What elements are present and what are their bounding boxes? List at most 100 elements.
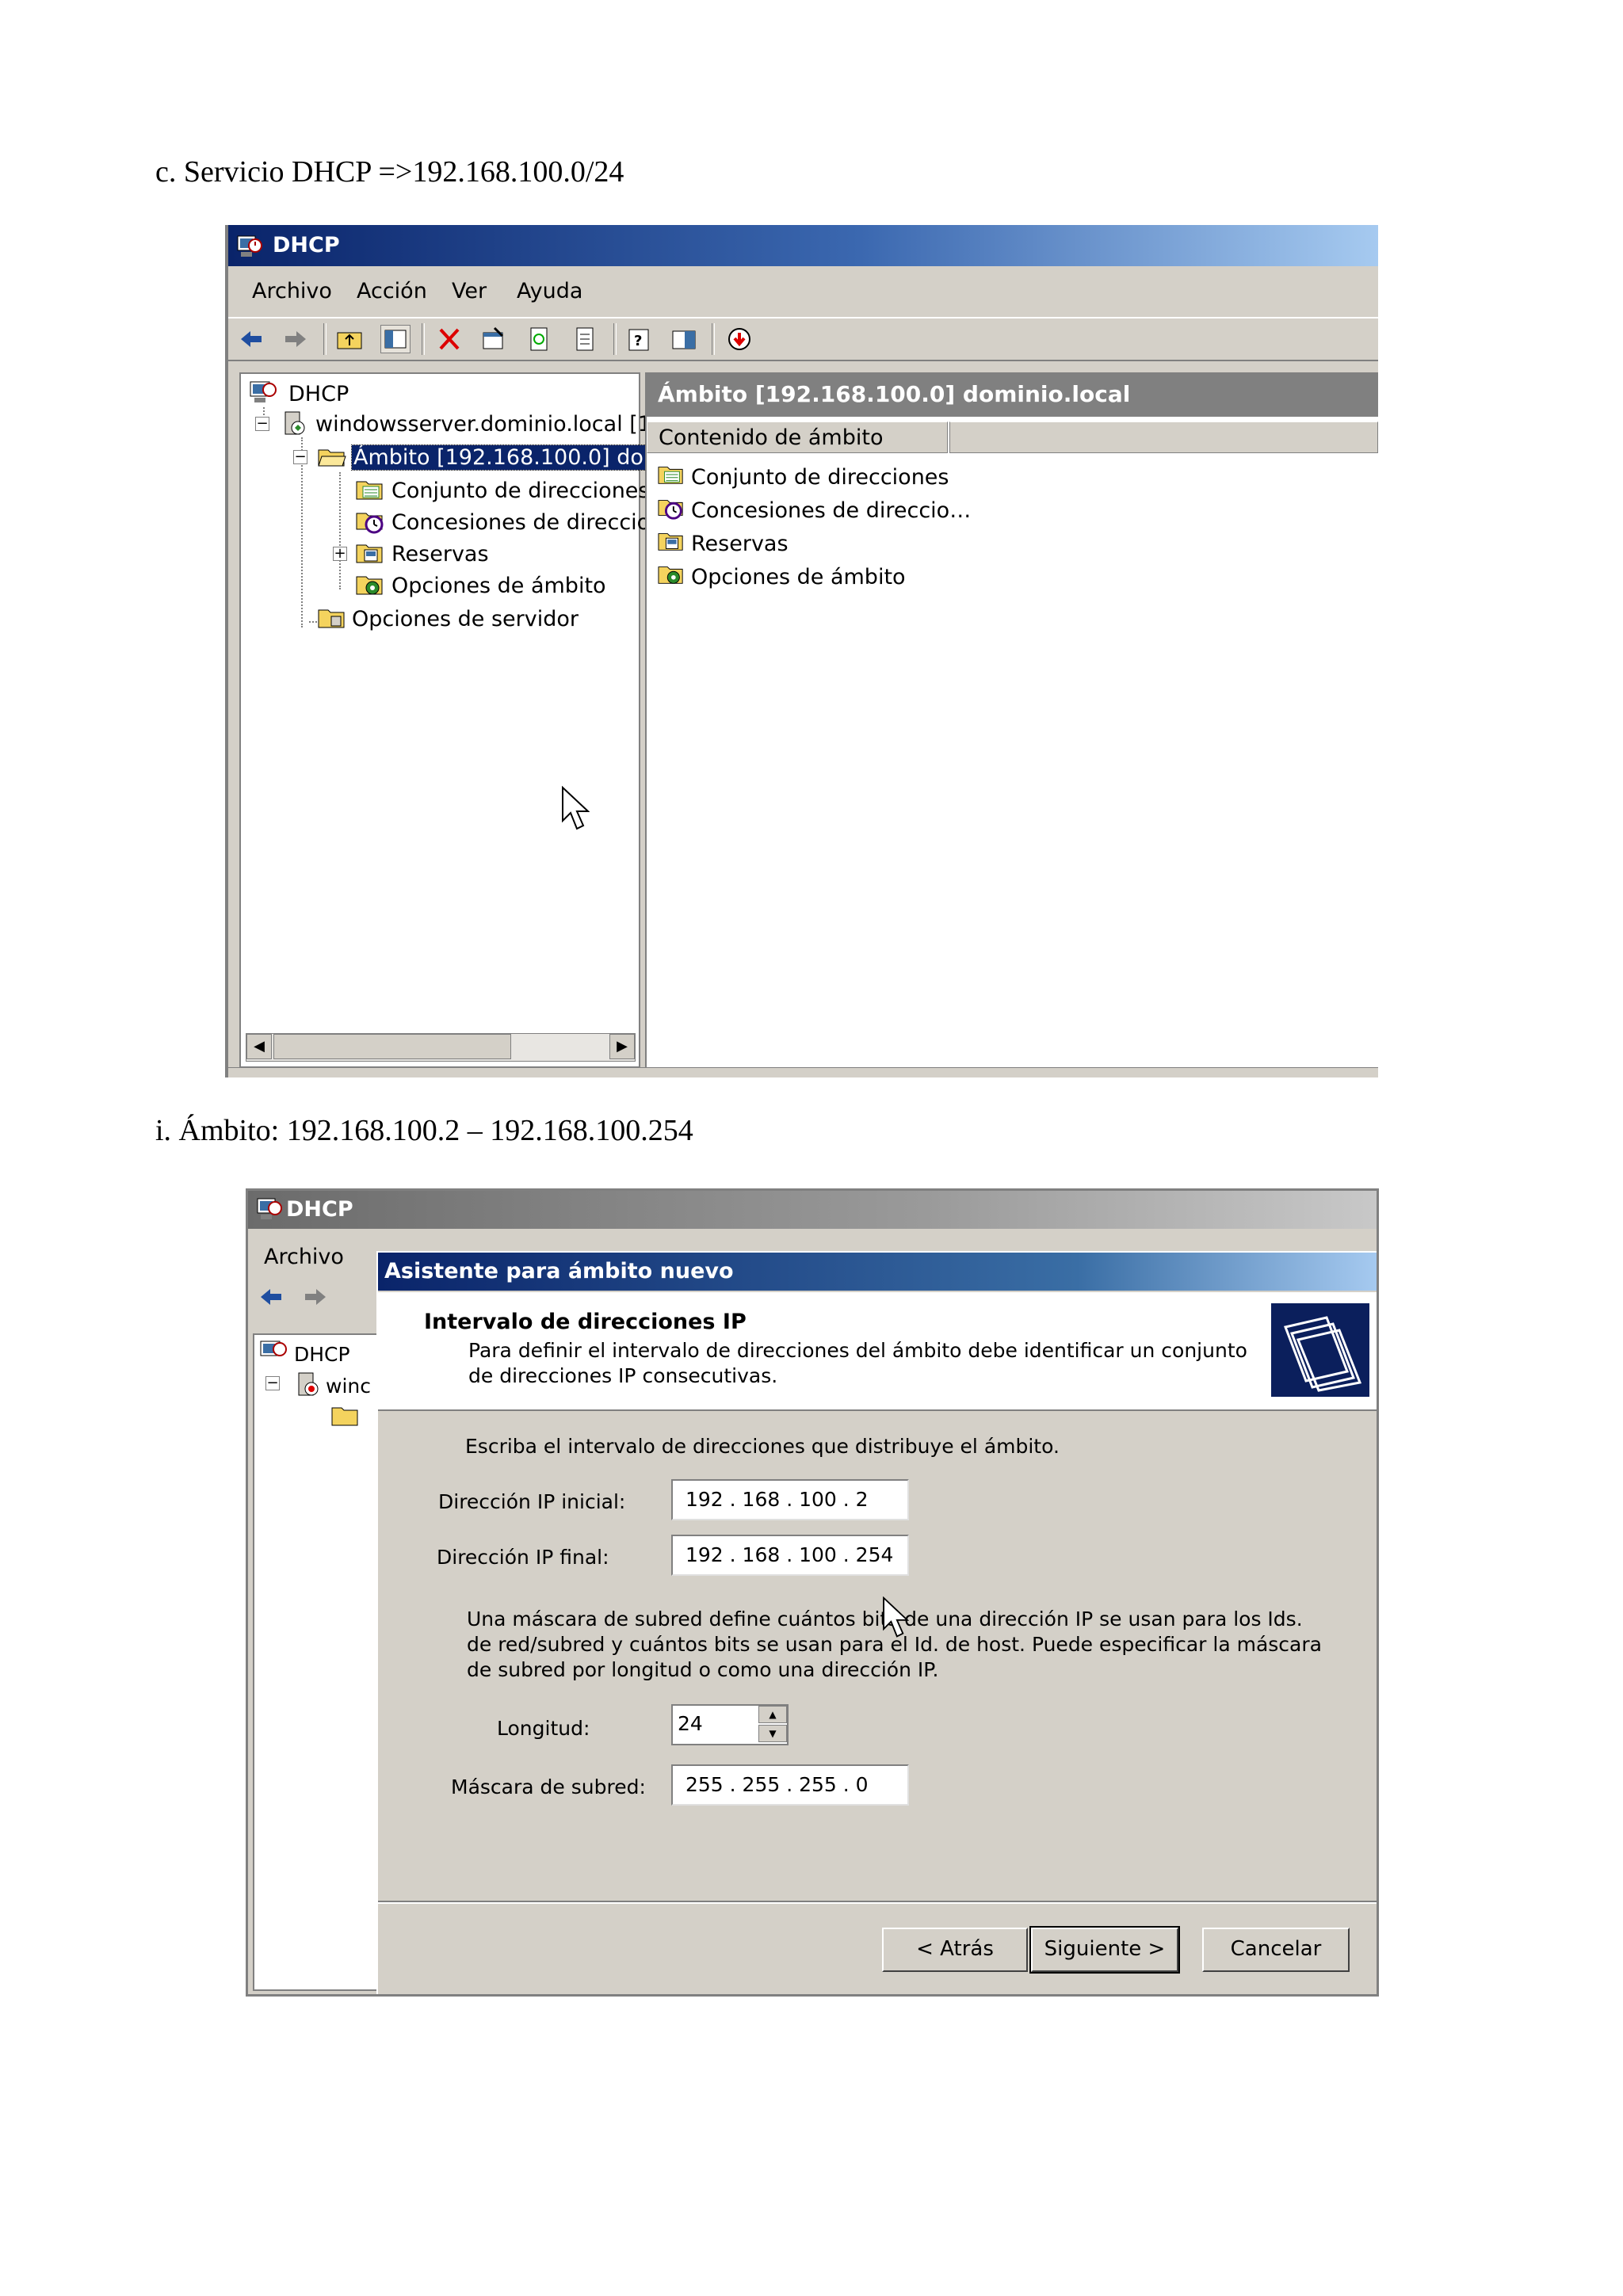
- collapse-toggle[interactable]: −: [265, 1376, 280, 1390]
- wizard-header: Intervalo de direcciones IP Para definir…: [378, 1292, 1377, 1411]
- back-arrow-icon[interactable]: [236, 325, 266, 353]
- scroll-left-icon[interactable]: ◀: [246, 1034, 272, 1059]
- menu-archivo[interactable]: Archivo: [252, 279, 332, 303]
- scope-options-icon: [355, 570, 385, 605]
- start-ip-input[interactable]: 192 . 168 . 100 . 2: [671, 1479, 909, 1520]
- scroll-right-icon[interactable]: ▶: [609, 1034, 635, 1059]
- mouse-cursor-icon: [882, 1596, 910, 1644]
- server-icon: [281, 409, 309, 443]
- dhcp-icon: [249, 379, 279, 413]
- window-title: DHCP: [273, 233, 340, 257]
- length-label: Longitud:: [497, 1717, 590, 1740]
- instruction-text: Escriba el intervalo de direcciones que …: [465, 1435, 1060, 1458]
- list-label: Concesiones de direccio…: [691, 498, 972, 523]
- cancel-button[interactable]: Cancelar: [1202, 1928, 1350, 1972]
- list-label: Reservas: [691, 532, 789, 556]
- subnet-mask-label: Máscara de subred:: [451, 1775, 646, 1798]
- tree-label: DHCP: [288, 382, 349, 406]
- properties-icon[interactable]: [479, 325, 509, 353]
- start-ip-label: Dirección IP inicial:: [438, 1490, 626, 1513]
- tree-label: Conjunto de direcciones: [391, 479, 650, 503]
- list-label: Opciones de ámbito: [691, 565, 906, 589]
- subnet-mask-input[interactable]: 255 . 255 . 255 . 0: [671, 1764, 909, 1806]
- spin-down-icon[interactable]: ▼: [758, 1725, 787, 1742]
- stop-service-icon[interactable]: [724, 325, 754, 353]
- list-label: Conjunto de direcciones: [691, 465, 949, 490]
- reservations-icon: [656, 528, 686, 560]
- tree-label: Reservas: [391, 542, 489, 566]
- status-bar: [228, 1067, 1378, 1077]
- collapse-toggle[interactable]: −: [293, 450, 307, 464]
- list-item[interactable]: Conjunto de direcciones: [656, 461, 949, 494]
- back-button[interactable]: < Atrás: [882, 1928, 1028, 1972]
- mask-description-line3: de subred por longitud o como una direcc…: [467, 1658, 939, 1681]
- tree-label: windowsserver.dominio.local [19: [315, 412, 666, 437]
- list-item[interactable]: Reservas: [656, 528, 789, 560]
- length-stepper[interactable]: 24 ▲ ▼: [671, 1704, 789, 1745]
- toolbar: ?: [228, 317, 1378, 361]
- action-pane-icon[interactable]: [669, 325, 699, 353]
- dhcp-app-icon: [236, 233, 265, 274]
- wizard-page-title: Intervalo de direcciones IP: [424, 1310, 747, 1334]
- svg-text:?: ?: [634, 333, 642, 349]
- leases-icon: [656, 494, 686, 527]
- back-arrow-icon[interactable]: [256, 1283, 286, 1311]
- server-options-icon: [317, 604, 347, 638]
- refresh-icon[interactable]: [525, 325, 555, 353]
- wizard-title: Asistente para ámbito nuevo: [378, 1253, 1377, 1291]
- mouse-cursor-icon: [561, 785, 590, 837]
- list-item[interactable]: Opciones de ámbito: [656, 561, 906, 593]
- console-tree: DHCP − winc: [253, 1333, 380, 1991]
- next-button[interactable]: Siguiente >: [1029, 1926, 1180, 1974]
- tree-label: Ámbito [192.168.100.0] dor: [350, 444, 655, 471]
- details-pane: Ámbito [192.168.100.0] dominio.local Con…: [645, 372, 1378, 1068]
- show-hide-tree-icon[interactable]: [380, 325, 411, 353]
- wizard-page-description: Para definir el intervalo de direcciones…: [468, 1339, 1247, 1387]
- up-folder-icon[interactable]: [334, 325, 365, 353]
- menu-bar: Archivo Acción Ver Ayuda: [228, 269, 1378, 311]
- length-value: 24: [678, 1712, 703, 1735]
- window-titlebar: DHCP: [228, 225, 1378, 266]
- address-pool-icon: [355, 475, 385, 509]
- tree-label: Opciones de ámbito: [391, 574, 606, 598]
- dhcp-console-screenshot: DHCP Archivo Acción Ver Ayuda ? DHCP − w…: [225, 225, 1378, 1077]
- tree-node-folder[interactable]: [330, 1402, 361, 1436]
- window-title: DHCP: [286, 1197, 353, 1222]
- forward-arrow-icon[interactable]: [281, 325, 311, 353]
- wizard-folders-icon: [1271, 1303, 1369, 1397]
- tree-label: Concesiones de direccio: [391, 510, 651, 535]
- menu-ayuda[interactable]: Ayuda: [517, 279, 582, 303]
- tree-label: winc: [326, 1375, 371, 1398]
- column-header[interactable]: Contenido de ámbito: [647, 421, 948, 453]
- scroll-thumb[interactable]: [273, 1034, 511, 1059]
- column-header-empty: [949, 421, 1378, 453]
- dhcp-icon: [259, 1338, 289, 1372]
- forward-arrow-icon[interactable]: [300, 1283, 330, 1311]
- delete-icon[interactable]: [434, 325, 464, 353]
- menu-accion[interactable]: Acción: [357, 279, 427, 303]
- address-pool-icon: [656, 461, 686, 494]
- folder-icon: [330, 1402, 361, 1436]
- collapse-toggle[interactable]: −: [255, 417, 269, 431]
- menu-ver[interactable]: Ver: [452, 279, 487, 303]
- expand-toggle[interactable]: +: [333, 547, 347, 561]
- tree-label: Opciones de servidor: [352, 607, 579, 631]
- dhcp-app-icon: [256, 1197, 285, 1235]
- leases-icon: [355, 507, 385, 541]
- end-ip-input[interactable]: 192 . 168 . 100 . 254: [671, 1535, 909, 1576]
- reservations-icon: [355, 539, 385, 573]
- list-item[interactable]: Concesiones de direccio…: [656, 494, 971, 527]
- tree-label: DHCP: [294, 1343, 350, 1366]
- spin-up-icon[interactable]: ▲: [758, 1706, 787, 1723]
- subsection-heading: i. Ámbito: 192.168.100.2 – 192.168.100.2…: [155, 1114, 693, 1147]
- console-tree: DHCP − windowsserver.dominio.local [19 −…: [239, 372, 665, 1068]
- details-header: Ámbito [192.168.100.0] dominio.local: [647, 372, 1378, 417]
- new-scope-wizard-dialog: Asistente para ámbito nuevo Intervalo de…: [376, 1251, 1377, 1994]
- help-icon[interactable]: ?: [624, 325, 655, 353]
- section-heading: c. Servicio DHCP =>192.168.100.0/24: [155, 155, 624, 189]
- export-list-icon[interactable]: [571, 325, 601, 353]
- folder-open-icon: [317, 442, 347, 476]
- horizontal-scrollbar[interactable]: ◀ ▶: [246, 1033, 636, 1062]
- menu-archivo[interactable]: Archivo: [264, 1245, 344, 1269]
- window-titlebar: DHCP: [248, 1191, 1377, 1229]
